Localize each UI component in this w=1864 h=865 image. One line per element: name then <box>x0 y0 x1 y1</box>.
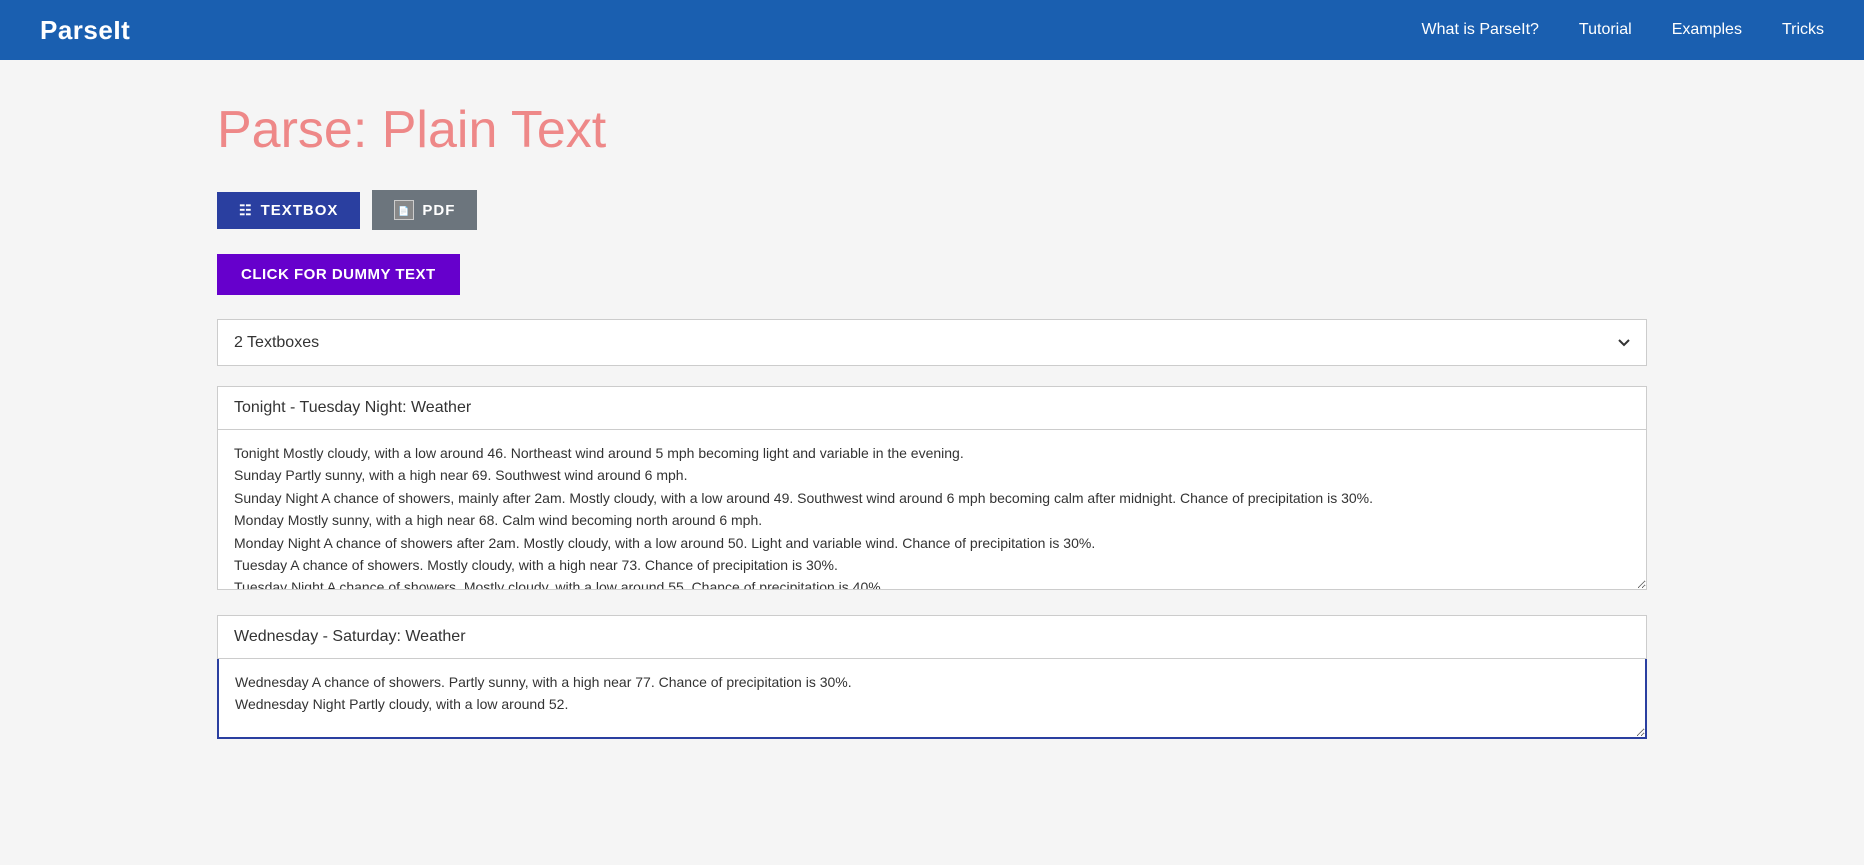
textbox-content-1[interactable]: Tonight Mostly cloudy, with a low around… <box>217 430 1647 590</box>
main-nav: What is ParseIt? Tutorial Examples Trick… <box>1422 21 1824 39</box>
site-header: ParseIt What is ParseIt? Tutorial Exampl… <box>0 0 1864 60</box>
textbox-label: TEXTBOX <box>261 202 339 219</box>
site-logo: ParseIt <box>40 15 130 46</box>
textbox-section-1: Tonight Mostly cloudy, with a low around… <box>217 386 1647 595</box>
textbox-content-2[interactable]: Wednesday A chance of showers. Partly su… <box>217 659 1647 739</box>
nav-tutorial[interactable]: Tutorial <box>1579 21 1632 39</box>
logo-text: ParseIt <box>40 15 130 45</box>
dummy-text-button[interactable]: CLICK FOR DUMMY TEXT <box>217 254 460 295</box>
page-title: Parse: Plain Text <box>217 100 1647 160</box>
textbox-label-input-2[interactable] <box>217 615 1647 659</box>
textbox-count-select[interactable]: 1 Textbox 2 Textboxes 3 Textboxes 4 Text… <box>217 319 1647 366</box>
textbox-section-2: Wednesday A chance of showers. Partly su… <box>217 615 1647 744</box>
pdf-label: PDF <box>422 202 455 219</box>
textbox-label-input-1[interactable] <box>217 386 1647 430</box>
pdf-icon: 📄 <box>394 200 414 220</box>
textbox-icon: ☷ <box>239 202 253 219</box>
dummy-text-label: CLICK FOR DUMMY TEXT <box>241 266 436 283</box>
nav-what-is-parseit[interactable]: What is ParseIt? <box>1422 21 1539 39</box>
textbox-button[interactable]: ☷ TEXTBOX <box>217 192 360 229</box>
input-type-buttons: ☷ TEXTBOX 📄 PDF <box>217 190 1647 230</box>
pdf-button[interactable]: 📄 PDF <box>372 190 477 230</box>
main-content: Parse: Plain Text ☷ TEXTBOX 📄 PDF CLICK … <box>157 60 1707 804</box>
nav-examples[interactable]: Examples <box>1672 21 1742 39</box>
nav-tricks[interactable]: Tricks <box>1782 21 1824 39</box>
